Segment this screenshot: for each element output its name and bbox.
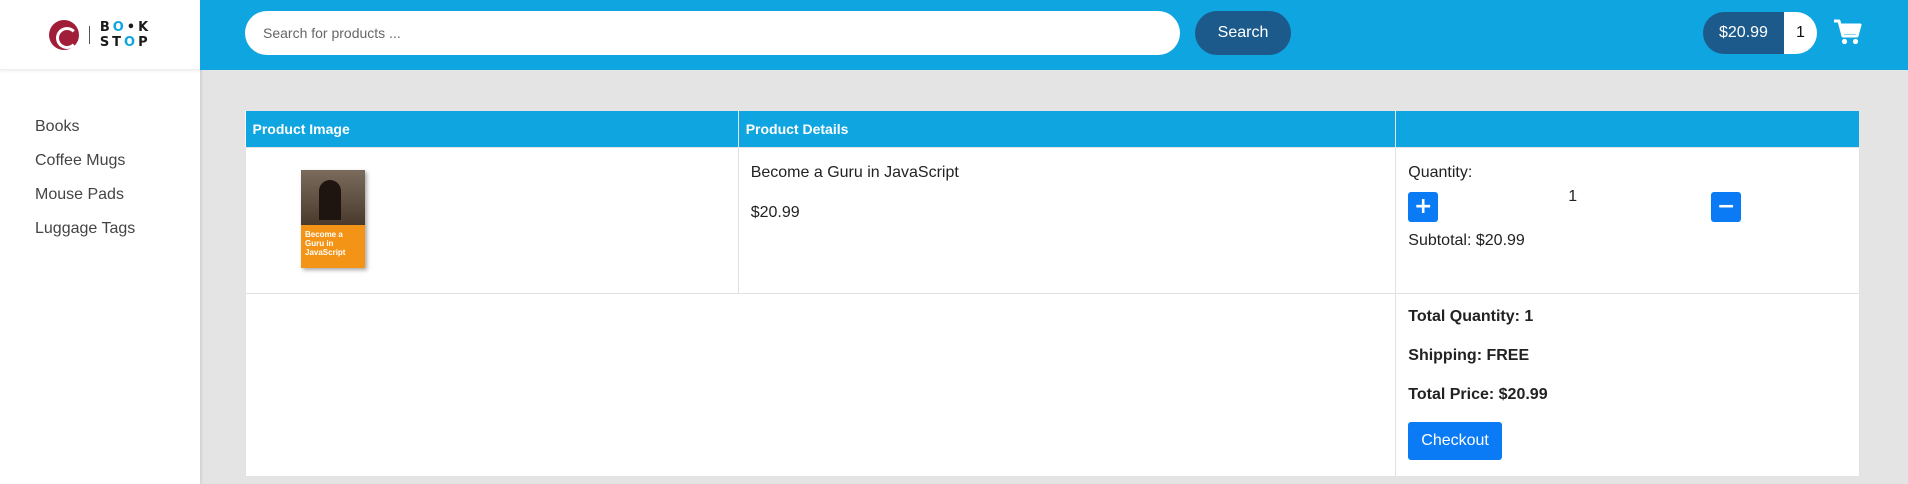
logo[interactable]: BO•K STOP (0, 0, 200, 70)
order-summary-cell: Total Quantity: 1 Shipping: FREE Total P… (1395, 292, 1860, 477)
shopping-cart-icon[interactable] (1832, 17, 1862, 47)
brand-c-icon (48, 19, 79, 50)
cart-table: Product Image Product Details Become a G… (244, 111, 1860, 477)
product-price: $20.99 (750, 203, 800, 221)
cart-amount: $20.99 (1703, 12, 1784, 54)
search-input[interactable] (245, 11, 1180, 55)
header-product-details: Product Details (738, 111, 1397, 147)
total-quantity: Total Quantity: 1 (1408, 307, 1534, 325)
search-button[interactable]: Search (1195, 11, 1291, 55)
sidebar: BO•K STOP Books Coffee Mugs Mouse Pads L… (0, 0, 200, 484)
category-nav: Books Coffee Mugs Mouse Pads Luggage Tag… (0, 70, 200, 246)
table-row: Become a Guru in JavaScript Become a Gur… (245, 146, 1860, 294)
table-header-row: Product Image Product Details (245, 111, 1860, 147)
summary-spacer (244, 292, 1397, 477)
decrease-quantity-button[interactable]: − (1711, 191, 1742, 222)
logo-wordmark: BO•K STOP (99, 19, 152, 50)
cart-count: 1 (1783, 12, 1817, 54)
cart-summary[interactable]: $20.99 1 (1703, 12, 1817, 54)
increase-quantity-button[interactable]: + (1408, 191, 1439, 222)
summary-row: Total Quantity: 1 Shipping: FREE Total P… (244, 292, 1860, 477)
total-price: Total Price: $20.99 (1408, 385, 1548, 403)
shipping: Shipping: FREE (1408, 346, 1530, 364)
quantity-stepper: + 1 − (1408, 186, 1847, 230)
sidebar-item-luggage-tags[interactable]: Luggage Tags (0, 212, 200, 246)
subtotal: Subtotal: $20.99 (1408, 231, 1525, 249)
sidebar-item-books[interactable]: Books (0, 110, 200, 144)
sidebar-item-mouse-pads[interactable]: Mouse Pads (0, 178, 200, 212)
product-image-cell: Become a Guru in JavaScript (245, 146, 739, 294)
product-name: Become a Guru in JavaScript (750, 163, 959, 181)
header-actions (1395, 111, 1860, 147)
sidebar-item-coffee-mugs[interactable]: Coffee Mugs (0, 144, 200, 178)
logo-divider (88, 25, 90, 44)
quantity-cell: Quantity: + 1 − Subtotal: $20.99 (1395, 146, 1860, 294)
top-bar: Search $20.99 1 (200, 0, 1908, 70)
product-details-cell: Become a Guru in JavaScript $20.99 (737, 146, 1397, 294)
quantity-label: Quantity: (1408, 163, 1473, 181)
book-cover-title: Become a Guru in JavaScript (301, 224, 365, 268)
header-product-image: Product Image (245, 111, 739, 147)
product-image[interactable]: Become a Guru in JavaScript (301, 169, 365, 268)
archway-illustration (319, 179, 341, 220)
checkout-button[interactable]: Checkout (1408, 421, 1502, 460)
quantity-value: 1 (1568, 187, 1578, 205)
